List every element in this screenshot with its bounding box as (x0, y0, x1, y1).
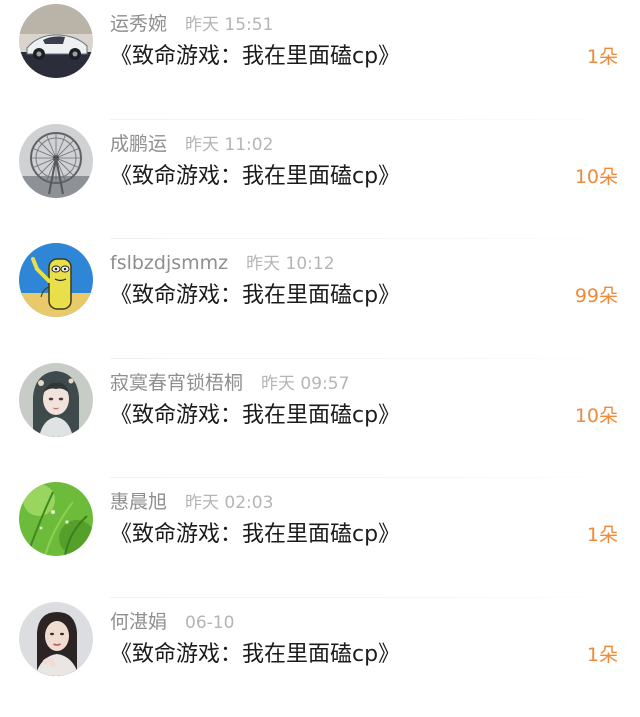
send-time: 昨天 09:57 (261, 374, 349, 394)
flower-count: 10朵 (575, 162, 618, 192)
grass-avatar-icon[interactable] (19, 482, 93, 556)
flower-count: 99朵 (575, 281, 618, 311)
item-meta: 寂寞春宵锁梧桐昨天 09:57 (110, 371, 349, 395)
sender-name[interactable]: 何湛娟 (110, 611, 167, 633)
list-item[interactable]: 何湛娟 06-10 《致命游戏：我在里面磕cp》 1朵 (0, 598, 640, 717)
list-item[interactable]: 寂寞春宵锁梧桐昨天 09:57 《致命游戏：我在里面磕cp》 10朵 (0, 359, 640, 479)
item-meta: 惠晨旭昨天 02:03 (110, 490, 273, 514)
gift-record-list: 运秀婉昨天 15:51 《致命游戏：我在里面磕cp》 1朵 (0, 0, 640, 699)
sender-name[interactable]: 惠晨旭 (110, 491, 167, 513)
item-meta: 何湛娟 06-10 (110, 610, 234, 634)
list-item[interactable]: fslbzdjsmmz 昨天 10:12 《致命游戏：我在里面磕cp》 99朵 (0, 239, 640, 359)
item-meta: 成鹏运昨天 11:02 (110, 132, 273, 156)
send-time: 昨天 02:03 (185, 493, 273, 513)
book-title: 《致命游戏：我在里面磕cp》 (110, 162, 400, 192)
list-item[interactable]: 惠晨旭昨天 02:03 《致命游戏：我在里面磕cp》 1朵 (0, 478, 640, 598)
flower-count: 10朵 (575, 401, 618, 431)
list-item[interactable]: 运秀婉昨天 15:51 《致命游戏：我在里面磕cp》 1朵 (0, 0, 640, 120)
book-title: 《致命游戏：我在里面磕cp》 (110, 281, 400, 311)
flower-count: 1朵 (587, 520, 618, 550)
flower-count: 1朵 (587, 42, 618, 72)
item-meta: fslbzdjsmmz 昨天 10:12 (110, 251, 335, 275)
list-item[interactable]: 成鹏运昨天 11:02 《致命游戏：我在里面磕cp》 10朵 (0, 120, 640, 240)
sender-name[interactable]: fslbzdjsmmz (110, 252, 228, 274)
cartoon-avatar-icon[interactable] (19, 243, 93, 317)
send-time: 昨天 10:12 (246, 254, 334, 274)
send-time: 昨天 15:51 (185, 15, 273, 35)
car-avatar-icon[interactable] (19, 4, 93, 78)
sender-name[interactable]: 运秀婉 (110, 13, 167, 35)
sender-name[interactable]: 成鹏运 (110, 133, 167, 155)
sender-name[interactable]: 寂寞春宵锁梧桐 (110, 372, 243, 394)
send-time: 06-10 (185, 613, 234, 633)
book-title: 《致命游戏：我在里面磕cp》 (110, 520, 400, 550)
book-title: 《致命游戏：我在里面磕cp》 (110, 401, 400, 431)
item-meta: 运秀婉昨天 15:51 (110, 12, 273, 36)
book-title: 《致命游戏：我在里面磕cp》 (110, 640, 400, 670)
book-title: 《致命游戏：我在里面磕cp》 (110, 42, 400, 72)
anime-girl-avatar-icon[interactable] (19, 363, 93, 437)
woman-portrait-avatar-icon[interactable] (19, 602, 93, 676)
send-time: 昨天 11:02 (185, 135, 273, 155)
flower-count: 1朵 (587, 640, 618, 670)
ferris-wheel-avatar-icon[interactable] (19, 124, 93, 198)
